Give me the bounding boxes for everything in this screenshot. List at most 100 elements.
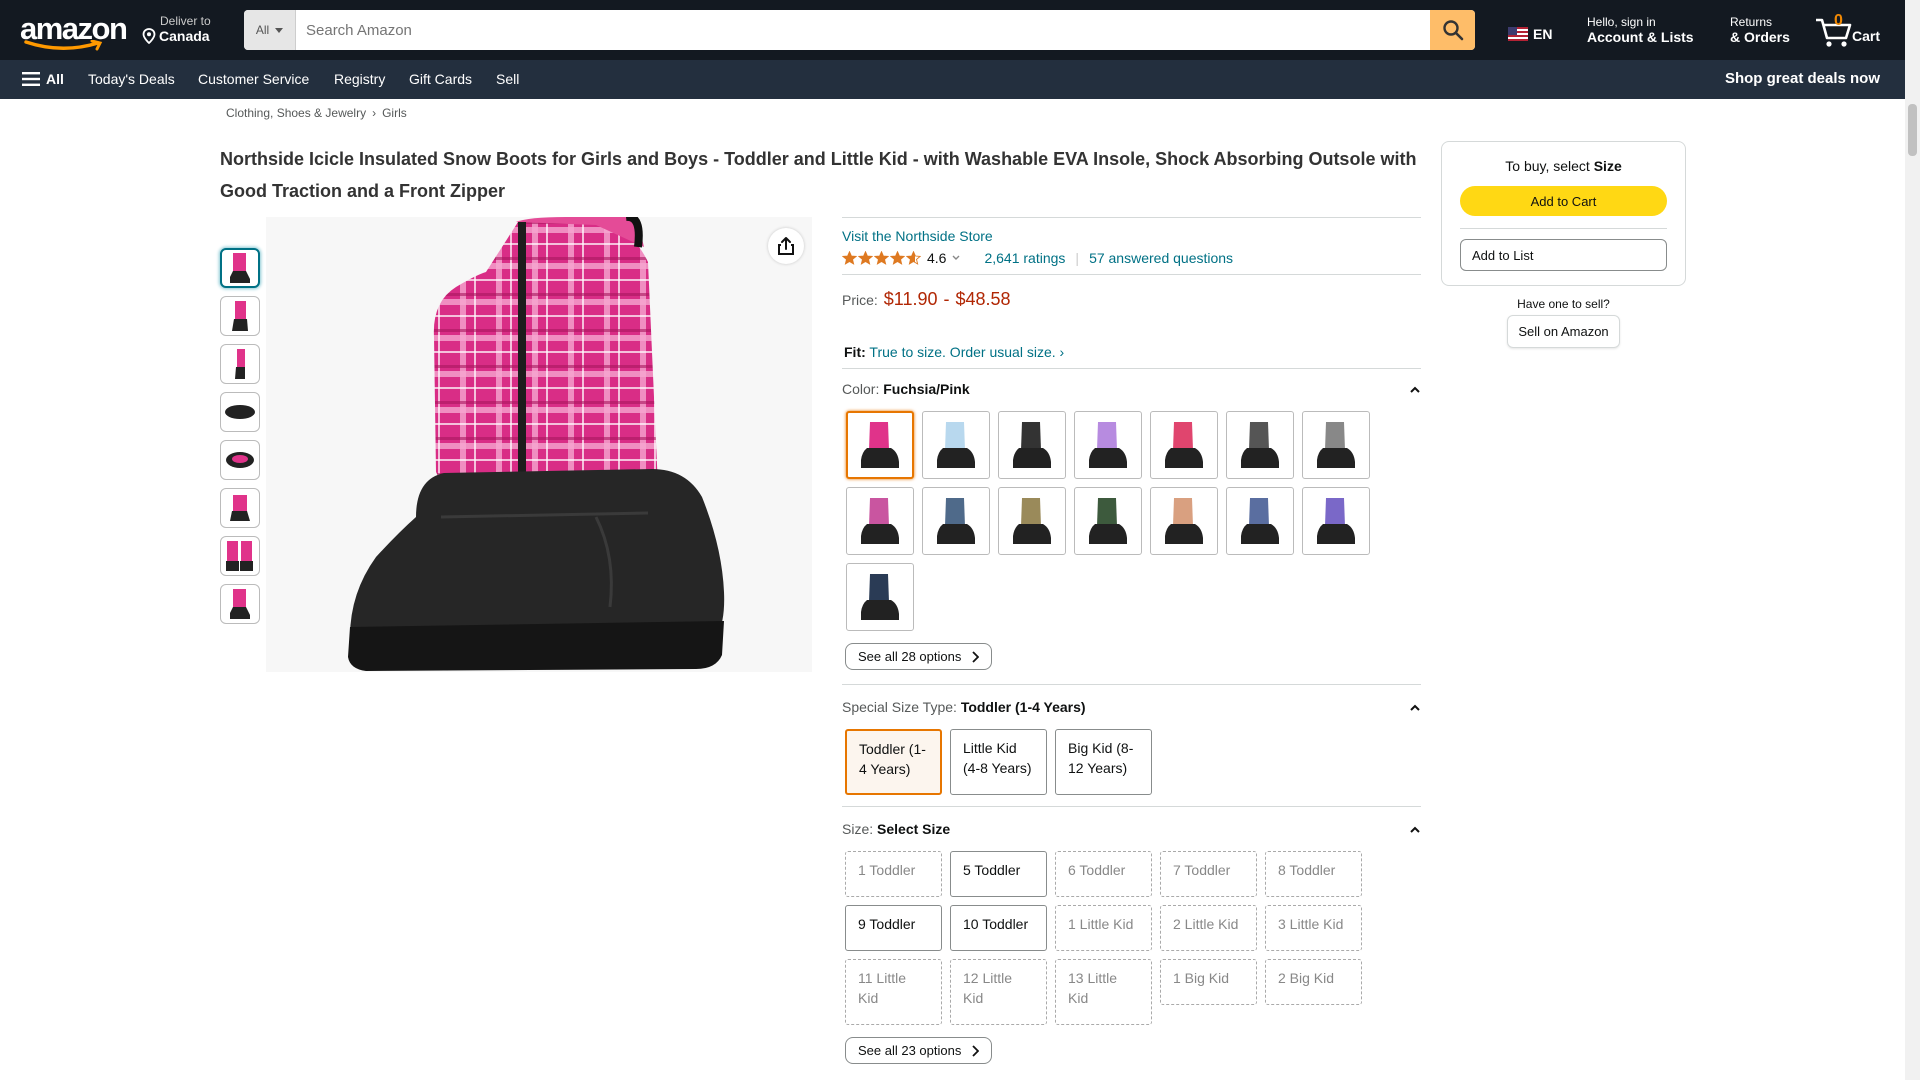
- size-option[interactable]: 5 Toddler: [950, 851, 1047, 897]
- answered-questions-link[interactable]: 57 answered questions: [1089, 250, 1233, 266]
- fit-value-link[interactable]: True to size. Order usual size. ›: [869, 344, 1064, 360]
- pink-plaid-snow-boot-image: [348, 212, 725, 671]
- account-small: Hello, sign in: [1587, 15, 1656, 29]
- scrollbar-thumb[interactable]: [1908, 104, 1917, 156]
- thumbnail[interactable]: [220, 392, 260, 432]
- us-flag-icon: [1508, 27, 1528, 41]
- size-option[interactable]: 10 Toddler: [950, 905, 1047, 951]
- language-selector[interactable]: EN: [1508, 26, 1552, 42]
- color-swatch[interactable]: [846, 411, 914, 479]
- thumbnail[interactable]: [220, 536, 260, 576]
- boot-swatch-image: [937, 422, 975, 468]
- color-swatch[interactable]: [846, 487, 914, 555]
- rating-value: 4.6: [927, 250, 947, 266]
- breadcrumb-item[interactable]: Girls: [382, 106, 407, 120]
- size-section-header[interactable]: Size: Select Size: [842, 821, 1421, 837]
- shop-deals-link[interactable]: Shop great deals now: [1725, 70, 1880, 87]
- size-option[interactable]: 7 Toddler: [1160, 851, 1257, 897]
- color-swatch[interactable]: [1226, 411, 1294, 479]
- size-option[interactable]: 1 Little Kid: [1055, 905, 1152, 951]
- cart-label: Cart: [1852, 28, 1881, 44]
- deliver-small: Deliver to: [160, 14, 211, 28]
- boot-thumbnail-image: [230, 589, 250, 619]
- color-swatch[interactable]: [846, 563, 914, 631]
- thumbnail[interactable]: [220, 344, 260, 384]
- divider: [842, 806, 1421, 807]
- page-scrollbar[interactable]: [1905, 0, 1920, 1080]
- size-option[interactable]: 12 Little Kid: [950, 959, 1047, 1025]
- nav-link-registry[interactable]: Registry: [334, 71, 385, 87]
- see-all-sizes-button[interactable]: See all 23 options: [845, 1037, 993, 1064]
- size-option[interactable]: 13 Little Kid: [1055, 959, 1152, 1025]
- color-swatch[interactable]: [998, 411, 1066, 479]
- search-button[interactable]: [1430, 10, 1475, 50]
- thumbnail[interactable]: [220, 296, 260, 336]
- size-type-value: Toddler (1-4 Years): [960, 699, 1086, 715]
- color-swatch[interactable]: [1150, 411, 1218, 479]
- see-all-colors-button[interactable]: See all 28 options: [845, 643, 993, 670]
- size-type-option[interactable]: Little Kid (4-8 Years): [950, 729, 1047, 795]
- sell-question: Have one to sell?: [1517, 297, 1610, 311]
- thumbnail[interactable]: [220, 488, 260, 528]
- color-section-header[interactable]: Color: Fuchsia/Pink: [842, 381, 1421, 397]
- price-row: Price: $11.90 - $48.58: [842, 289, 1421, 310]
- color-swatch[interactable]: [922, 411, 990, 479]
- breadcrumb-item[interactable]: Clothing, Shoes & Jewelry: [226, 106, 366, 120]
- search-input[interactable]: [296, 10, 1430, 50]
- search-category-dropdown[interactable]: All: [244, 10, 296, 50]
- returns-orders[interactable]: Returns & Orders: [1730, 15, 1790, 45]
- search-bar: All: [244, 10, 1475, 50]
- size-option[interactable]: 3 Little Kid: [1265, 905, 1362, 951]
- thumbnail[interactable]: [220, 248, 260, 288]
- all-menu-button[interactable]: All: [22, 71, 64, 87]
- boot-thumbnail-image: [232, 301, 248, 331]
- thumbnail[interactable]: [220, 440, 260, 480]
- main-product-image[interactable]: [266, 212, 812, 672]
- divider: [842, 368, 1421, 369]
- account-lists[interactable]: Hello, sign in Account & Lists: [1587, 15, 1694, 45]
- nav-link-gift-cards[interactable]: Gift Cards: [409, 71, 472, 87]
- color-swatch[interactable]: [1226, 487, 1294, 555]
- deliver-to[interactable]: Deliver to Canada: [142, 14, 211, 44]
- size-option[interactable]: 2 Little Kid: [1160, 905, 1257, 951]
- size-type-option[interactable]: Big Kid (8-12 Years): [1055, 729, 1152, 795]
- breadcrumb: Clothing, Shoes & Jewelry › Girls: [226, 106, 407, 120]
- chevron-down-icon[interactable]: [952, 255, 960, 261]
- boot-pair-image: [226, 541, 253, 571]
- size-option[interactable]: 6 Toddler: [1055, 851, 1152, 897]
- nav-link-todays-deals[interactable]: Today's Deals: [88, 71, 175, 87]
- add-to-cart-button[interactable]: Add to Cart: [1460, 186, 1667, 216]
- nav-link-customer-service[interactable]: Customer Service: [198, 71, 309, 87]
- size-option[interactable]: 1 Big Kid: [1160, 959, 1257, 1005]
- color-swatch[interactable]: [1074, 411, 1142, 479]
- breadcrumb-separator: ›: [372, 106, 377, 120]
- add-to-list-button[interactable]: Add to List: [1460, 239, 1667, 271]
- size-type-option[interactable]: Toddler (1-4 Years): [845, 729, 942, 795]
- sell-on-amazon-button[interactable]: Sell on Amazon: [1507, 315, 1620, 348]
- color-swatch[interactable]: [1074, 487, 1142, 555]
- fit-label: Fit:: [844, 344, 866, 360]
- color-swatch[interactable]: [1302, 487, 1370, 555]
- size-option[interactable]: 9 Toddler: [845, 905, 942, 951]
- divider: [842, 274, 1421, 275]
- rating-stars[interactable]: [842, 251, 921, 265]
- ratings-count-link[interactable]: 2,641 ratings: [984, 250, 1065, 266]
- size-option[interactable]: 1 Toddler: [845, 851, 942, 897]
- color-swatch[interactable]: [922, 487, 990, 555]
- size-option[interactable]: 8 Toddler: [1265, 851, 1362, 897]
- color-swatch[interactable]: [1302, 411, 1370, 479]
- nav-link-sell[interactable]: Sell: [496, 71, 519, 87]
- color-swatch[interactable]: [1150, 487, 1218, 555]
- share-button[interactable]: [768, 228, 804, 264]
- thumbnail[interactable]: [220, 584, 260, 624]
- cart-button[interactable]: 0 Cart: [1812, 10, 1882, 50]
- thumbnail-strip: [220, 248, 260, 632]
- color-swatch[interactable]: [998, 487, 1066, 555]
- boot-thumbnail-image: [235, 349, 245, 379]
- size-type-section-header[interactable]: Special Size Type: Toddler (1-4 Years): [842, 699, 1421, 715]
- store-link[interactable]: Visit the Northside Store: [842, 228, 1421, 244]
- size-option[interactable]: 2 Big Kid: [1265, 959, 1362, 1005]
- size-option[interactable]: 11 Little Kid: [845, 959, 942, 1025]
- amazon-logo[interactable]: amazon: [20, 13, 128, 51]
- chevron-up-icon: [1410, 386, 1420, 393]
